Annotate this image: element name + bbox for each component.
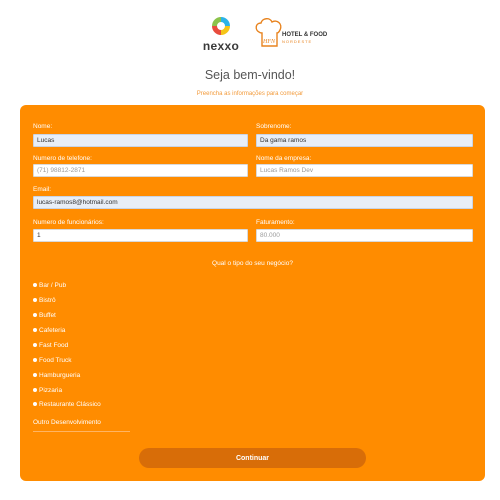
other-input-underline [33, 431, 130, 432]
revenue-input[interactable] [256, 229, 473, 242]
radio-icon[interactable] [33, 328, 37, 332]
logo-bar: nexxo HFN HOTEL & FOOD NORDESTE [0, 14, 500, 58]
first-name-label: Nome: [33, 123, 53, 130]
nexxo-mark-icon [212, 17, 230, 35]
hotel-food-logo: HFN HOTEL & FOOD NORDESTE [254, 16, 332, 56]
other-business-input[interactable]: Outro Desenvolvimento [33, 419, 101, 426]
radio-icon[interactable] [33, 373, 37, 377]
company-label: Nome da empresa: [256, 155, 312, 162]
phone-label: Numero de telefone: [33, 155, 92, 162]
nexxo-wordmark: nexxo [202, 39, 240, 53]
option-cafeteria[interactable]: Cafeteria [33, 325, 65, 335]
employees-label: Numero de funcionários: [33, 219, 104, 226]
radio-icon[interactable] [33, 298, 37, 302]
chef-hat-icon: HFN [255, 18, 282, 47]
option-label: Hamburgueria [39, 371, 81, 379]
option-bistro[interactable]: Bistrô [33, 295, 56, 305]
hotel-food-subtitle: NORDESTE [282, 39, 313, 44]
option-label: Pizzaria [39, 386, 63, 394]
company-input[interactable] [256, 164, 473, 177]
radio-icon[interactable] [33, 388, 37, 392]
option-restaurante-classico[interactable]: Restaurante Clássico [33, 399, 101, 409]
first-name-input[interactable] [33, 134, 248, 147]
last-name-label: Sobrenome: [256, 123, 292, 130]
option-label: Buffet [39, 311, 56, 319]
hfn-initials: HFN [262, 39, 276, 45]
hotel-food-title: HOTEL & FOOD [282, 32, 328, 38]
option-label: Bar / Pub [39, 281, 67, 289]
signup-form: Nome: Sobrenome: Numero de telefone: Nom… [20, 105, 485, 481]
option-label: Food Truck [39, 356, 72, 364]
option-food-truck[interactable]: Food Truck [33, 355, 72, 365]
option-label: Fast Food [39, 341, 69, 349]
welcome-heading: Seja bem-vindo! [204, 68, 296, 82]
radio-icon[interactable] [33, 358, 37, 362]
email-label: Email: [33, 186, 52, 193]
revenue-label: Faturamento: [256, 219, 295, 226]
radio-icon[interactable] [33, 313, 37, 317]
option-hamburgueria[interactable]: Hamburgueria [33, 370, 80, 380]
radio-icon[interactable] [33, 283, 37, 287]
radio-icon[interactable] [33, 343, 37, 347]
option-label: Cafeteria [39, 326, 66, 334]
option-buffet[interactable]: Buffet [33, 310, 56, 320]
continue-button[interactable]: Continuar [139, 448, 366, 468]
phone-input[interactable] [33, 164, 248, 177]
option-label: Restaurante Clássico [39, 400, 101, 408]
option-bar-pub[interactable]: Bar / Pub [33, 280, 66, 290]
option-pizzaria[interactable]: Pizzaria [33, 385, 62, 395]
radio-icon[interactable] [33, 402, 37, 406]
option-label: Bistrô [39, 296, 56, 304]
instructions-hint: Preencha as informações para começar [196, 91, 304, 97]
page: nexxo HFN HOTEL & FOOD NORDESTE Seja bem… [0, 0, 500, 500]
email-input[interactable] [33, 196, 473, 209]
business-type-question: Qual o tipo do seu negócio? [212, 260, 293, 267]
last-name-input[interactable] [256, 134, 473, 147]
option-fast-food[interactable]: Fast Food [33, 340, 68, 350]
employees-input[interactable] [33, 229, 248, 242]
nexxo-logo: nexxo [196, 14, 246, 58]
